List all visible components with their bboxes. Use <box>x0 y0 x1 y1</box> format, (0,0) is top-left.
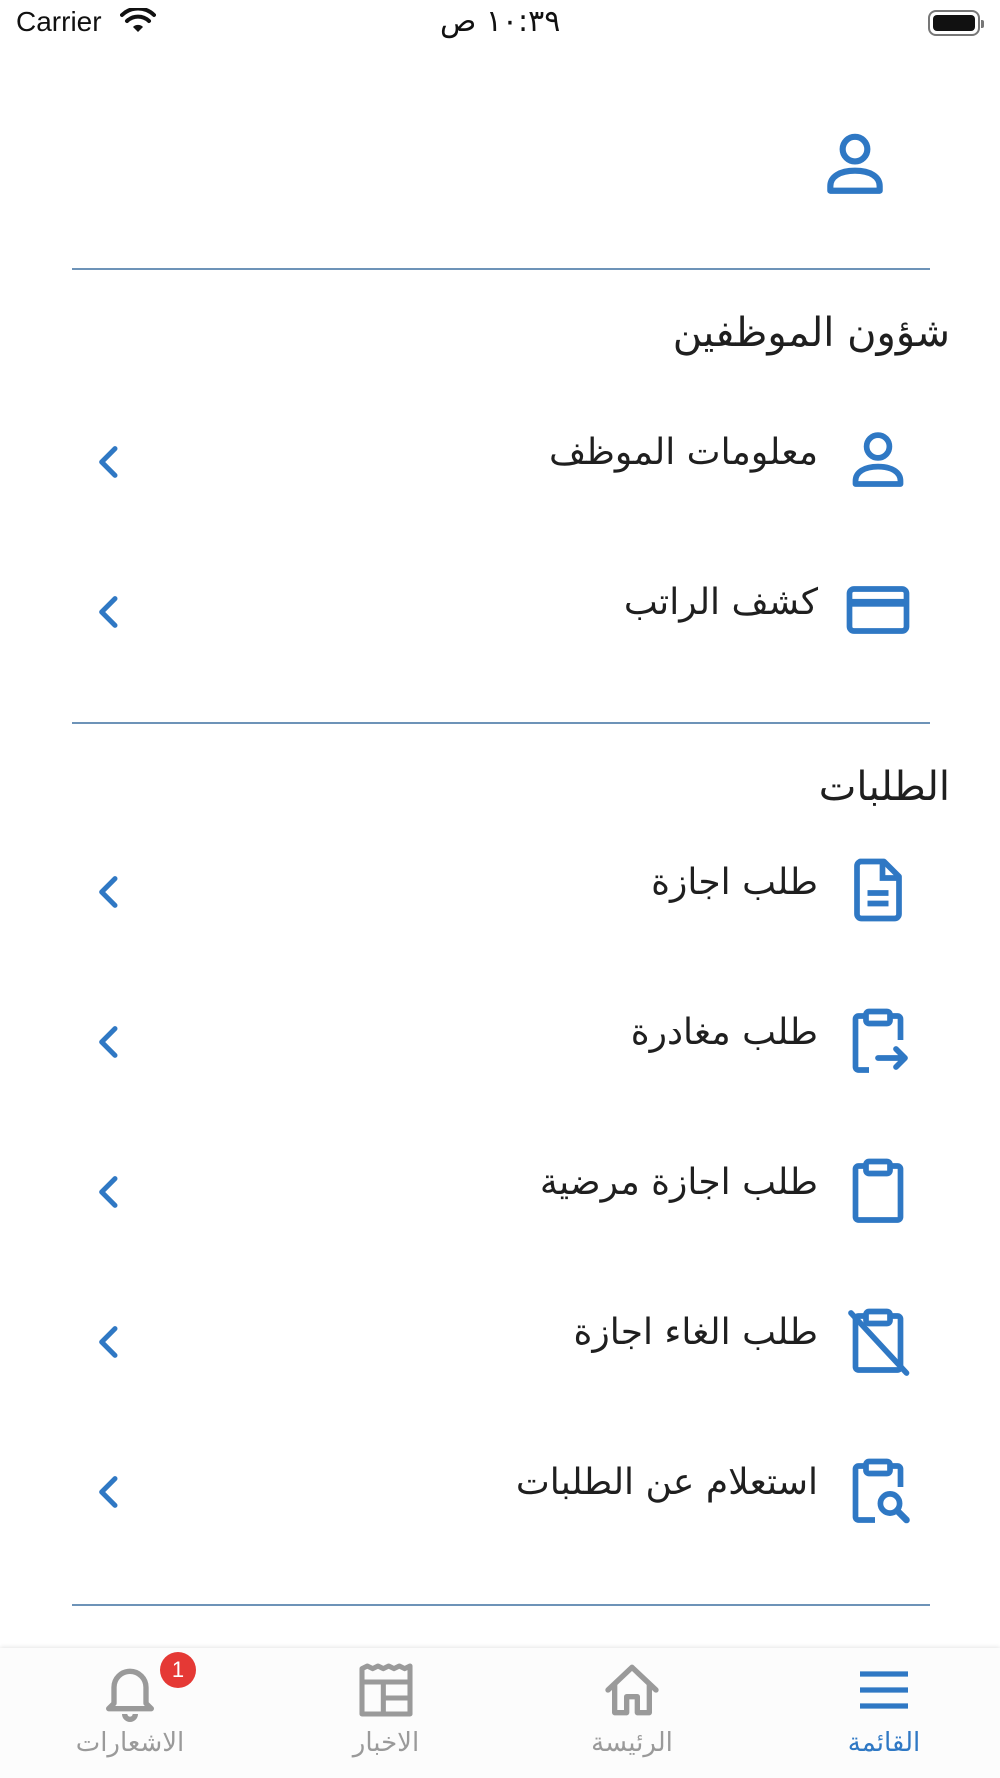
profile-user-icon[interactable] <box>818 126 892 200</box>
chevron-left-icon <box>99 446 118 478</box>
divider <box>72 722 930 724</box>
carrier-label: Carrier <box>16 6 102 37</box>
menu-item-cancel-leave-request[interactable]: طلب الغاء اجازة <box>72 1286 930 1396</box>
menu-item-departure-request[interactable]: طلب مغادرة <box>72 986 930 1096</box>
menu-item-label: معلومات الموظف <box>548 432 818 473</box>
tab-menu[interactable]: القائمة <box>784 1648 984 1778</box>
tab-news[interactable]: الاخبار <box>286 1648 486 1778</box>
status-time: ١٠:٣٩ ص <box>440 4 561 39</box>
tab-home[interactable]: الرئيسة <box>532 1648 732 1778</box>
chevron-left-icon <box>99 1326 118 1358</box>
bell-icon <box>106 1668 154 1722</box>
tab-label: الرئيسة <box>591 1728 673 1758</box>
home-icon <box>605 1664 659 1716</box>
menu-item-label: طلب اجازة مرضية <box>539 1162 818 1203</box>
section-title-requests: الطلبات <box>818 764 950 810</box>
menu-item-sick-leave-request[interactable]: طلب اجازة مرضية <box>72 1136 930 1246</box>
chevron-left-icon <box>99 1476 118 1508</box>
menu-item-label: طلب مغادرة <box>630 1012 818 1053</box>
menu-item-leave-request[interactable]: طلب اجازة <box>72 836 930 946</box>
chevron-left-icon <box>99 596 118 628</box>
tab-label: الاشعارات <box>75 1728 185 1758</box>
news-icon <box>359 1663 413 1717</box>
divider <box>72 268 930 270</box>
menu-item-label: استعلام عن الطلبات <box>515 1462 818 1503</box>
document-icon <box>854 858 902 922</box>
clipboard-arrow-icon <box>852 1008 908 1073</box>
user-icon <box>852 432 904 487</box>
menu-item-salary-slip[interactable]: كشف الراتب <box>72 556 930 666</box>
clipboard-search-icon <box>852 1458 910 1524</box>
chevron-left-icon <box>99 1026 118 1058</box>
menu-item-employee-info[interactable]: معلومات الموظف <box>72 406 930 516</box>
credit-card-icon <box>846 586 910 634</box>
wifi-icon <box>120 8 156 32</box>
chevron-left-icon <box>99 1176 118 1208</box>
clipboard-icon <box>852 1158 904 1223</box>
tab-label: الاخبار <box>352 1728 420 1758</box>
section-title-employee-affairs: شؤون الموظفين <box>672 310 950 356</box>
chevron-left-icon <box>99 876 118 908</box>
clipboard-off-icon <box>848 1308 910 1376</box>
menu-item-label: كشف الراتب <box>623 582 818 623</box>
tab-bar: القائمة الرئيسة الاخبار 1 الاشعارات <box>0 1648 1000 1778</box>
tab-notifications[interactable]: 1 الاشعارات <box>30 1648 230 1778</box>
notification-badge: 1 <box>160 1652 196 1688</box>
divider <box>72 1604 930 1606</box>
menu-item-label: طلب اجازة <box>651 862 818 903</box>
battery-icon <box>928 10 984 36</box>
menu-icon <box>860 1671 908 1709</box>
tab-label: القائمة <box>847 1728 921 1758</box>
menu-item-label: طلب الغاء اجازة <box>573 1312 818 1353</box>
menu-item-requests-inquiry[interactable]: استعلام عن الطلبات <box>72 1436 930 1546</box>
